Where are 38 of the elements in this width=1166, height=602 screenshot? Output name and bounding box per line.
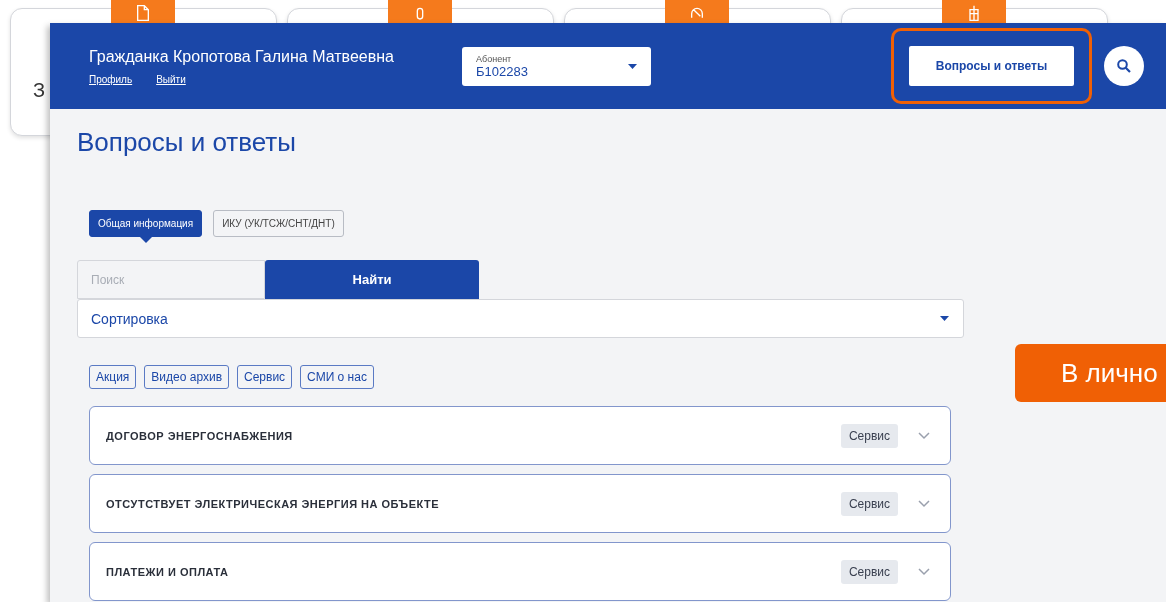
caret-icon [940, 316, 949, 321]
tab[interactable]: Общая информация [89, 210, 203, 237]
page-title: Вопросы и ответы [77, 127, 297, 158]
chevron-down-icon[interactable] [918, 431, 930, 440]
select-value: Б102283 [476, 63, 528, 79]
search-icon [1117, 59, 1131, 73]
question-title: ОТСУТСТВУЕТ ЭЛЕКТРИЧЕСКАЯ ЭНЕРГИЯ НА ОБЪЕКТЕ [106, 497, 441, 510]
tag-filter[interactable]: Сервис [237, 365, 293, 389]
select-label: Абонент [476, 53, 513, 64]
search-button[interactable] [1104, 46, 1144, 86]
accordion-item[interactable]: ОТСУТСТВУЕТ ЭЛЕКТРИЧЕСКАЯ ЭНЕРГИЯ НА ОБЪЕКТЕ Сервис [89, 474, 951, 533]
header-link[interactable]: Профиль [89, 73, 133, 85]
select-value: Сортировка [91, 310, 168, 327]
accordion-item[interactable]: ПЛАТЕЖИ И ОПЛАТА Сервис [89, 542, 951, 601]
building-icon [966, 5, 982, 21]
tag-filter[interactable]: СМИ о нас [300, 365, 374, 389]
faq-button[interactable]: Вопросы и ответы [909, 46, 1074, 86]
tag-filter[interactable]: Акция [89, 365, 137, 389]
sort-select[interactable]: Сортировка [77, 299, 964, 338]
question-title: ПЛАТЕЖИ И ОПЛАТА [106, 565, 230, 578]
tab-pointer-icon [139, 237, 152, 243]
tag-filter[interactable]: Видео архив [144, 365, 229, 389]
tab[interactable]: ИКУ (УК/ТСЖ/СНТ/ДНТ) [213, 210, 344, 237]
chevron-down-icon[interactable] [918, 499, 930, 508]
accordion-item[interactable]: ДОГОВОР ЭНЕРГОСНАБЖЕНИЯ Сервис [89, 406, 951, 465]
user-name: Гражданка Кропотова Галина Матвеевна [89, 47, 395, 66]
find-button[interactable]: Найти [265, 260, 479, 299]
category-tag: Сервис [840, 559, 898, 584]
question-title: ДОГОВОР ЭНЕРГОСНАБЖЕНИЯ [106, 429, 294, 442]
search-field[interactable]: Поиск [77, 260, 265, 299]
card-text: З [33, 79, 46, 102]
chevron-down-icon[interactable] [918, 567, 930, 576]
header-link[interactable]: Выйти [156, 73, 186, 85]
caret-icon [628, 63, 637, 69]
category-tag: Сервис [840, 491, 898, 516]
account-select[interactable]: Абонент Б102283 [462, 46, 651, 86]
category-tag: Сервис [840, 423, 898, 448]
document-icon [135, 5, 151, 21]
